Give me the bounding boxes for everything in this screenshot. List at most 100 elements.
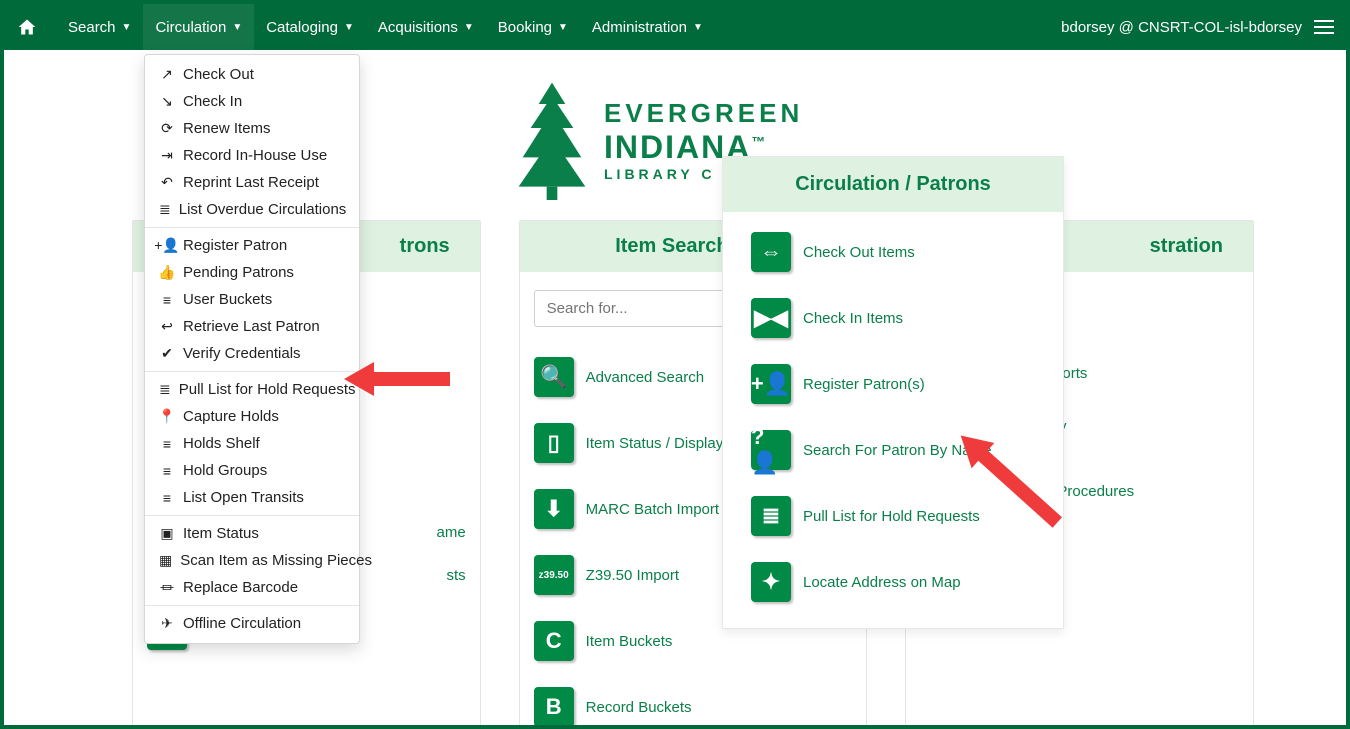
caret-down-icon: ▼ [344, 22, 354, 33]
trend-down-icon: ↘ [159, 94, 175, 110]
magnifier-icon: 🔍 [534, 357, 574, 397]
menu-record-in-house-use[interactable]: ⇥ Record In-House Use [145, 142, 359, 169]
overlay-circulation-patrons: Circulation / Patrons ⇔ Check Out Items ▶◀… [722, 156, 1064, 629]
logo-line1: EVERGREEN [604, 98, 803, 129]
grid-icon: ▦ [159, 553, 172, 569]
menu-item-label: Replace Barcode [183, 579, 298, 596]
caret-down-icon: ▼ [464, 22, 474, 33]
menu-renew-items[interactable]: ⟳Renew Items [145, 115, 359, 142]
nav-acquisitions[interactable]: Acquisitions▼ [366, 4, 486, 50]
overlay-item-check-out-items[interactable]: ⇔ Check Out Items [751, 232, 1041, 272]
reprint-icon: ↶ [159, 175, 175, 191]
menu-item-label: Register Patron [183, 237, 287, 254]
menu-item-label: Check In [183, 93, 242, 110]
list-bold-icon: ≣ [159, 382, 171, 398]
link-label: sts [447, 567, 466, 584]
menu-capture-holds[interactable]: 📍Capture Holds [145, 403, 359, 430]
arrow-annotation-right [944, 424, 1074, 534]
menu-offline-circulation[interactable]: ✈Offline Circulation [145, 610, 359, 637]
caret-down-icon: ▼ [558, 22, 568, 33]
menu-scan-item-as-missing-pieces[interactable]: ▦Scan Item as Missing Pieces [145, 547, 359, 574]
menu-item-label: Check Out [183, 66, 254, 83]
nav-search[interactable]: Search▼ [56, 4, 143, 50]
nav-cataloging[interactable]: Cataloging▼ [254, 4, 366, 50]
nav-circulation[interactable]: Circulation▼ [143, 4, 254, 50]
menu-item-label: Record In-House Use [183, 147, 327, 164]
caret-down-icon: ▼ [232, 22, 242, 33]
person-q-icon: ?👤 [751, 430, 791, 470]
link-label: Check In Items [803, 310, 903, 327]
overlay-item-check-in-items[interactable]: ▶◀ Check In Items [751, 298, 1041, 338]
nav-booking[interactable]: Booking▼ [486, 4, 580, 50]
list-icon: ≡ [159, 436, 175, 452]
menu-item-label: Pull List for Hold Requests [179, 381, 356, 398]
undo-icon: ↩ [159, 319, 175, 335]
download-icon: ⬇ [534, 489, 574, 529]
menu-item-label: User Buckets [183, 291, 272, 308]
nav-administration[interactable]: Administration▼ [580, 4, 715, 50]
menu-pull-list-for-hold-requests[interactable]: ≣ Pull List for Hold Requests [145, 376, 359, 403]
menu-retrieve-last-patron[interactable]: ↩Retrieve Last Patron [145, 313, 359, 340]
list-bold-icon: ≣ [159, 202, 171, 218]
link-label: ame [436, 524, 465, 541]
menu-register-patron[interactable]: +👤 Register Patron [145, 232, 359, 259]
user-label[interactable]: bdorsey @ CNSRT-COL-isl-bdorsey [1061, 19, 1314, 36]
link-label: Advanced Search [586, 369, 704, 386]
link-label: Locate Address on Map [803, 574, 961, 591]
home-button[interactable] [16, 17, 38, 37]
message-icon: ▣ [159, 526, 175, 542]
menu-list-overdue-circulations[interactable]: ≣ List Overdue Circulations [145, 196, 359, 223]
menu-item-label: List Open Transits [183, 489, 304, 506]
menu-check-in[interactable]: ↘ Check In [145, 88, 359, 115]
list-icon: ≡ [159, 463, 175, 479]
overlay-item-locate-address-on-map[interactable]: ✦Locate Address on Map [751, 562, 1041, 602]
circulation-dropdown: ↗ Check Out ↘ Check In ⟳Renew Items ⇥ Record I… [144, 54, 360, 644]
arrows-h-icon: ⇔ [751, 232, 791, 272]
thumbs-up-icon: 👍 [159, 265, 175, 281]
menu-icon[interactable] [1314, 20, 1334, 34]
menu-item-label: Holds Shelf [183, 435, 260, 452]
tree-icon [512, 80, 592, 200]
list-item[interactable]: BRecord Buckets [534, 687, 853, 727]
link-label: Register Patron(s) [803, 376, 925, 393]
home-icon [16, 17, 38, 37]
menu-item-label: Offline Circulation [183, 615, 301, 632]
letter-c-icon: C [534, 621, 574, 661]
menu-item-label: Reprint Last Receipt [183, 174, 319, 191]
person-plus-icon: +👤 [159, 238, 175, 254]
caret-down-icon: ▼ [122, 22, 132, 33]
menu-replace-barcode[interactable]: ⏛ Replace Barcode [145, 574, 359, 601]
menu-reprint-last-receipt[interactable]: ↶ Reprint Last Receipt [145, 169, 359, 196]
overlay-title: Circulation / Patrons [723, 157, 1063, 212]
link-label: Record Buckets [586, 699, 692, 716]
menu-hold-groups[interactable]: ≡ Hold Groups [145, 457, 359, 484]
list-icon: ≡ [159, 292, 175, 308]
menu-item-label: Capture Holds [183, 408, 279, 425]
menu-item-status[interactable]: ▣ Item Status [145, 520, 359, 547]
menu-holds-shelf[interactable]: ≡ Holds Shelf [145, 430, 359, 457]
link-label: Check Out Items [803, 244, 915, 261]
menu-user-buckets[interactable]: ≡ User Buckets [145, 286, 359, 313]
menu-separator [145, 227, 359, 228]
trend-up-icon: ↗ [159, 67, 175, 83]
menu-item-label: Pending Patrons [183, 264, 294, 281]
z3950-icon: z39.50 [534, 555, 574, 595]
menu-separator [145, 605, 359, 606]
menu-list-open-transits[interactable]: ≡ List Open Transits [145, 484, 359, 511]
menu-item-label: Hold Groups [183, 462, 267, 479]
pull-list-icon: ≣ [751, 496, 791, 536]
menu-pending-patrons[interactable]: 👍 Pending Patrons [145, 259, 359, 286]
caret-down-icon: ▼ [693, 22, 703, 33]
menu-separator [145, 371, 359, 372]
link-label: Item Buckets [586, 633, 673, 650]
overlay-item-register-patron-s-[interactable]: +👤Register Patron(s) [751, 364, 1041, 404]
inhouse-icon: ⇥ [159, 148, 175, 164]
barcode-icon: ⏛ [159, 580, 175, 596]
menu-check-out[interactable]: ↗ Check Out [145, 61, 359, 88]
menu-item-label: List Overdue Circulations [179, 201, 347, 218]
list-icon: ≡ [159, 490, 175, 506]
menu-item-label: Item Status [183, 525, 259, 542]
menu-item-label: Verify Credentials [183, 345, 301, 362]
arrows-in-icon: ▶◀ [751, 298, 791, 338]
menu-verify-credentials[interactable]: ✔Verify Credentials [145, 340, 359, 367]
